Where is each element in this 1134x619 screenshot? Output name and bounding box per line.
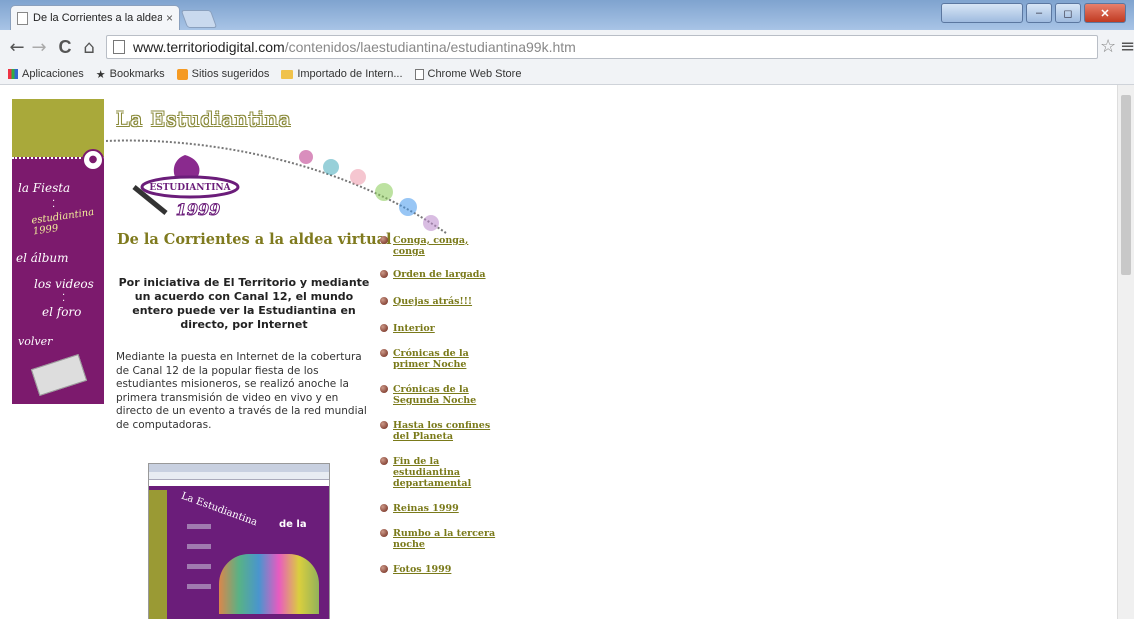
reload-button[interactable]: C (54, 35, 76, 59)
list-item: Crónicas de la primer Noche (380, 348, 500, 370)
forward-button[interactable]: → (28, 35, 50, 59)
tab-strip: De la Corrientes a la aldea × – ◻ ✕ (0, 0, 1134, 30)
folder-icon (281, 69, 294, 79)
maximize-button[interactable]: ◻ (1055, 3, 1081, 23)
star-icon: ★ (95, 68, 106, 81)
svg-text:ESTUDIANTINA: ESTUDIANTINA (149, 183, 231, 193)
bullet-icon (380, 457, 388, 465)
suggested-sites-icon (176, 68, 188, 80)
link-orden-largada[interactable]: Orden de largada (393, 269, 486, 280)
link-conga[interactable]: Conga, conga, conga (393, 235, 468, 257)
bookmark-imported[interactable]: Importado de Intern... (281, 68, 403, 80)
nav-la-fiesta[interactable]: la Fiesta (18, 181, 70, 195)
bookmarks-bar: Aplicaciones ★ Bookmarks Sitios sugeridos… (0, 64, 1134, 85)
window-controls: – ◻ ✕ (941, 3, 1126, 23)
minimize-button[interactable]: – (1026, 3, 1052, 23)
url-host: www.territoriodigital.com (133, 39, 285, 55)
browser-tab[interactable]: De la Corrientes a la aldea × (10, 5, 180, 30)
address-bar[interactable]: www.territoriodigital.com/contenidos/lae… (106, 35, 1098, 59)
link-confines[interactable]: Hasta los confines del Planeta (393, 420, 490, 442)
profile-button[interactable] (941, 3, 1023, 23)
link-cronicas-primer[interactable]: Crónicas de la primer Noche (393, 348, 469, 370)
close-window-button[interactable]: ✕ (1084, 3, 1126, 23)
bullet-icon (380, 236, 388, 244)
back-button[interactable]: ← (6, 35, 28, 59)
svg-text:1999: 1999 (176, 200, 221, 219)
nav-volver[interactable]: volver (18, 335, 52, 348)
body-paragraph: Mediante la puesta en Internet de la cob… (116, 351, 367, 431)
bullet-icon (380, 270, 388, 278)
brand-title: La Estudiantina (116, 107, 292, 131)
bullet-icon (380, 297, 388, 305)
bullet-icon (380, 349, 388, 357)
bullet-icon (380, 421, 388, 429)
home-button[interactable]: ⌂ (78, 35, 100, 59)
list-item: Fotos 1999 (380, 564, 500, 575)
list-item: Fin de la estudiantina departamental (380, 456, 500, 489)
bookmark-suggested[interactable]: Sitios sugeridos (176, 68, 269, 80)
list-item: Conga, conga, conga (380, 235, 500, 257)
list-item: Orden de largada (380, 269, 500, 280)
menu-icon[interactable]: ≡ (1120, 36, 1134, 57)
url-path: /contenidos/laestudiantina/estudiantina9… (284, 39, 576, 55)
link-interior[interactable]: Interior (393, 323, 435, 334)
bookmark-star-icon[interactable]: ☆ (1100, 36, 1116, 57)
list-item: Hasta los confines del Planeta (380, 420, 500, 442)
bullet-icon (380, 385, 388, 393)
link-fin-estudiantina[interactable]: Fin de la estudiantina departamental (393, 456, 471, 489)
apps-grid-icon (8, 69, 18, 79)
page-icon (17, 11, 28, 25)
nav-el-foro[interactable]: el foro (42, 305, 81, 319)
link-quejas[interactable]: Quejas atrás!!! (393, 296, 472, 307)
list-item: Quejas atrás!!! (380, 296, 500, 307)
bookmark-webstore[interactable]: Chrome Web Store (414, 68, 521, 80)
bookmark-apps[interactable]: Aplicaciones (8, 68, 84, 80)
web-page: ● la Fiesta · · estudiantina 1999 el álbu… (0, 85, 1134, 619)
page-scrollbar[interactable] (1117, 85, 1134, 619)
page-headline: De la Corrientes a la aldea virtual (117, 231, 392, 248)
link-reinas[interactable]: Reinas 1999 (393, 503, 459, 514)
link-cronicas-segunda[interactable]: Crónicas de la Segunda Noche (393, 384, 476, 406)
bullet-icon (380, 504, 388, 512)
list-item: Crónicas de la Segunda Noche (380, 384, 500, 406)
nav-los-videos[interactable]: los videos (34, 277, 94, 291)
bookmark-bookmarks[interactable]: ★ Bookmarks (96, 68, 165, 81)
close-tab-icon[interactable]: × (166, 11, 173, 25)
nav-el-album[interactable]: el álbum (16, 251, 69, 265)
link-rumbo-tercera[interactable]: Rumbo a la tercera noche (393, 528, 495, 550)
new-tab-button[interactable] (180, 10, 218, 28)
page-icon (414, 68, 424, 80)
page-icon (113, 40, 125, 54)
bullet-icon (380, 565, 388, 573)
newspaper-icon (30, 353, 88, 397)
list-item: Rumbo a la tercera noche (380, 528, 500, 550)
list-item: Reinas 1999 (380, 503, 500, 514)
site-screenshot-image: La Estudiantina de la (148, 463, 330, 619)
scrollbar-thumb[interactable] (1121, 95, 1131, 275)
lead-paragraph: Por iniciativa de El Territorio y median… (118, 276, 370, 331)
nav-estudiantina-1999[interactable]: estudiantina 1999 (31, 207, 99, 238)
bullet-icon (380, 324, 388, 332)
link-fotos[interactable]: Fotos 1999 (393, 564, 451, 575)
list-item: Interior (380, 323, 500, 334)
knot-icon: ● (82, 149, 104, 171)
story-links: Conga, conga, conga Orden de largada Que… (380, 235, 500, 575)
estudiantina-1999-logo: ESTUDIANTINA 1999 (132, 155, 240, 220)
bullet-icon (380, 529, 388, 537)
tab-title: De la Corrientes a la aldea (33, 12, 162, 24)
left-navigation: ● la Fiesta · · estudiantina 1999 el álbu… (12, 99, 104, 404)
browser-toolbar: ← → C ⌂ www.territoriodigital.com/conten… (0, 30, 1134, 65)
